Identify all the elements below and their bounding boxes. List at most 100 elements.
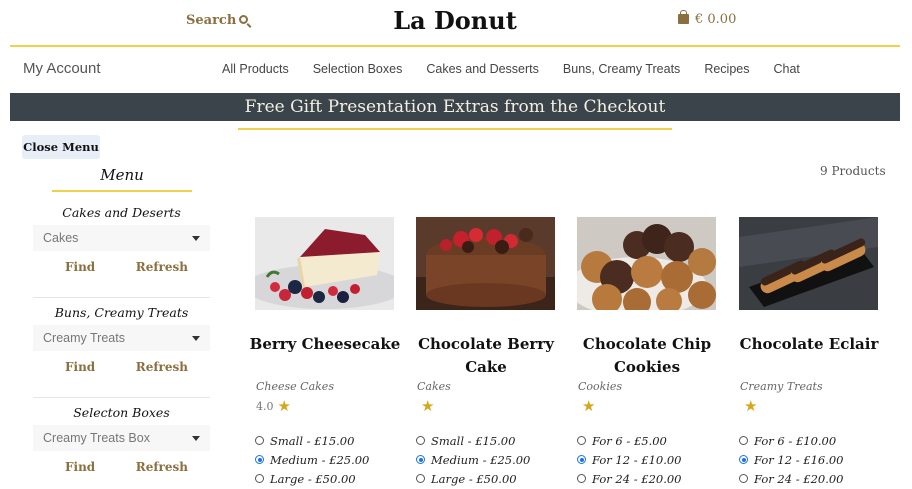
divider — [33, 397, 210, 398]
product-image-cheesecake[interactable] — [255, 217, 394, 310]
product-category: Cakes — [417, 380, 451, 393]
site-logo: La Donut — [393, 6, 517, 35]
size-options: For 6 - £5.00 For 12 - £10.00 For 24 - £… — [577, 431, 682, 488]
category-select[interactable]: Cakes — [33, 225, 210, 251]
my-account-link[interactable]: My Account — [23, 60, 101, 77]
select-value: Creamy Treats — [43, 331, 125, 345]
find-button[interactable]: Find — [65, 460, 95, 474]
cart-total: € 0.00 — [695, 12, 737, 27]
main-nav: My Account All Products Selection Boxes … — [10, 48, 900, 92]
product-image-chocolate-berry-cake[interactable] — [416, 217, 555, 310]
option-label: Large - £50.00 — [270, 471, 356, 486]
nav-links: All Products Selection Boxes Cakes and D… — [222, 62, 800, 76]
product-rating: ★ — [578, 397, 596, 415]
search-icon — [239, 15, 249, 24]
product-name[interactable]: Berry Cheesecake — [245, 333, 405, 356]
radio-button[interactable] — [416, 474, 425, 483]
size-options: Small - £15.00 Medium - £25.00 Large - £… — [416, 431, 530, 488]
star-icon: ★ — [421, 397, 435, 415]
refresh-button[interactable]: Refresh — [136, 260, 188, 274]
size-option[interactable]: For 6 - £10.00 — [739, 431, 844, 450]
size-option[interactable]: For 12 - £16.00 — [739, 450, 844, 469]
nav-cakes-desserts[interactable]: Cakes and Desserts — [426, 62, 539, 76]
product-card: Chocolate Eclair Creamy Treats ★ For 6 -… — [739, 217, 879, 486]
option-label: Small - £15.00 — [431, 433, 516, 448]
filter-group-cakes: Cakes and Deserts Cakes Find Refresh — [33, 205, 210, 274]
option-label: Medium - £25.00 — [431, 452, 531, 467]
chevron-down-icon — [192, 336, 200, 341]
radio-button[interactable] — [739, 455, 748, 464]
menu-title: Menu — [100, 166, 144, 184]
divider — [33, 297, 210, 298]
size-option[interactable]: For 6 - £5.00 — [577, 431, 682, 450]
find-button[interactable]: Find — [65, 260, 95, 274]
product-image-cookies[interactable] — [577, 217, 716, 310]
option-label: For 6 - £10.00 — [754, 433, 837, 448]
product-category: Cookies — [578, 380, 622, 393]
search-button[interactable]: Search — [186, 13, 249, 28]
size-option[interactable]: Small - £15.00 — [416, 431, 530, 450]
promo-banner: Free Gift Presentation Extras from the C… — [10, 93, 900, 121]
radio-button[interactable] — [416, 436, 425, 445]
radio-button[interactable] — [416, 455, 425, 464]
product-card: Chocolate Chip Cookies Cookies ★ For 6 -… — [577, 217, 717, 486]
radio-button[interactable] — [255, 436, 264, 445]
product-category: Creamy Treats — [740, 380, 823, 393]
nav-recipes[interactable]: Recipes — [704, 62, 749, 76]
product-category: Cheese Cakes — [256, 380, 334, 393]
star-icon: ★ — [744, 397, 758, 415]
star-icon: ★ — [582, 397, 596, 415]
filter-group-title: Selecton Boxes — [73, 405, 170, 420]
nav-chat[interactable]: Chat — [773, 62, 799, 76]
nav-buns-creamy-treats[interactable]: Buns, Creamy Treats — [563, 62, 680, 76]
product-count: 9 Products — [820, 164, 886, 178]
product-image-eclair[interactable] — [739, 217, 878, 310]
radio-button[interactable] — [577, 474, 586, 483]
size-option[interactable]: For 12 - £10.00 — [577, 450, 682, 469]
close-menu-button[interactable]: Close Menu — [22, 135, 100, 159]
find-button[interactable]: Find — [65, 360, 95, 374]
nav-selection-boxes[interactable]: Selection Boxes — [313, 62, 403, 76]
option-label: For 6 - £5.00 — [592, 433, 667, 448]
radio-button[interactable] — [577, 455, 586, 464]
product-rating: ★ — [417, 397, 435, 415]
size-option[interactable]: Large - £50.00 — [416, 469, 530, 488]
radio-button[interactable] — [739, 436, 748, 445]
refresh-button[interactable]: Refresh — [136, 360, 188, 374]
search-label: Search — [186, 13, 237, 28]
radio-button[interactable] — [739, 474, 748, 483]
star-icon: ★ — [277, 397, 291, 415]
filter-group-selection-boxes: Selecton Boxes Creamy Treats Box Find Re… — [33, 405, 210, 474]
product-card: Chocolate Berry Cake Cakes ★ Small - £15… — [416, 217, 556, 486]
radio-button[interactable] — [255, 474, 264, 483]
product-rating: ★ — [740, 397, 758, 415]
option-label: For 24 - £20.00 — [592, 471, 682, 486]
refresh-button[interactable]: Refresh — [136, 460, 188, 474]
nav-all-products[interactable]: All Products — [222, 62, 289, 76]
size-option[interactable]: Medium - £25.00 — [416, 450, 530, 469]
size-options: Small - £15.00 Medium - £25.00 Large - £… — [255, 431, 369, 488]
size-option[interactable]: Small - £15.00 — [255, 431, 369, 450]
size-option[interactable]: For 24 - £20.00 — [577, 469, 682, 488]
top-header: Search La Donut € 0.00 — [10, 0, 900, 47]
size-option[interactable]: For 24 - £20.00 — [739, 469, 844, 488]
radio-button[interactable] — [577, 436, 586, 445]
product-name[interactable]: Chocolate Eclair — [729, 333, 889, 356]
size-option[interactable]: Medium - £25.00 — [255, 450, 369, 469]
option-label: For 24 - £20.00 — [754, 471, 844, 486]
category-select[interactable]: Creamy Treats — [33, 325, 210, 351]
radio-button[interactable] — [255, 455, 264, 464]
banner-underline — [238, 128, 672, 130]
select-value: Creamy Treats Box — [43, 431, 150, 445]
category-select[interactable]: Creamy Treats Box — [33, 425, 210, 451]
option-label: For 12 - £16.00 — [754, 452, 844, 467]
product-name[interactable]: Chocolate Chip Cookies — [567, 333, 727, 379]
shopping-bag-icon — [678, 10, 689, 24]
size-option[interactable]: Large - £50.00 — [255, 469, 369, 488]
filter-group-buns: Buns, Creamy Treats Creamy Treats Find R… — [33, 305, 210, 374]
option-label: Medium - £25.00 — [270, 452, 370, 467]
product-name[interactable]: Chocolate Berry Cake — [406, 333, 566, 379]
cart-button[interactable]: € 0.00 — [678, 10, 737, 27]
chevron-down-icon — [192, 436, 200, 441]
product-card: Berry Cheesecake Cheese Cakes 4.0 ★ Small… — [250, 217, 400, 486]
